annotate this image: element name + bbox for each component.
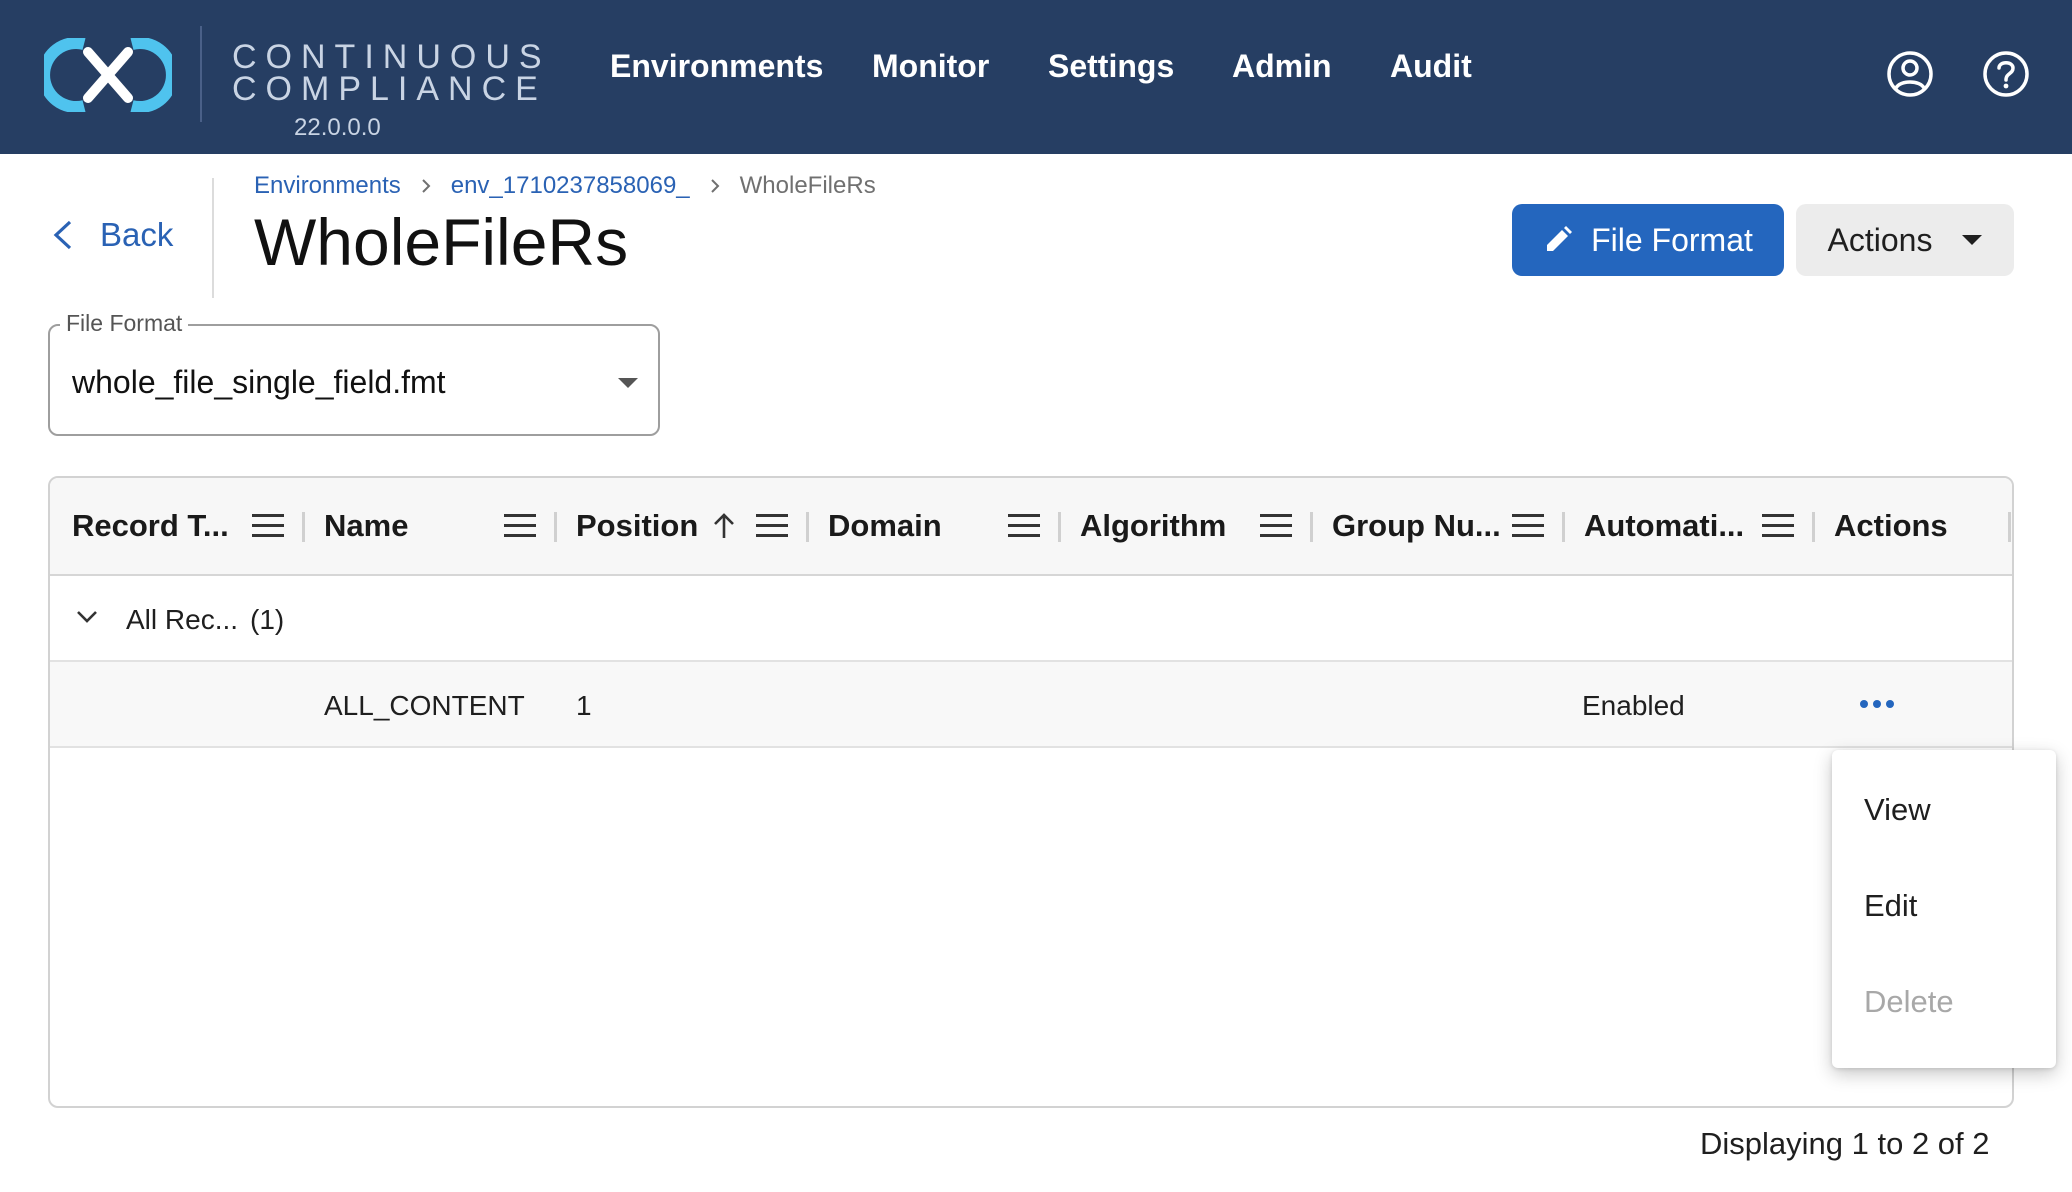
cell-position: 1 <box>576 690 592 721</box>
header-divider <box>212 178 214 298</box>
column-header-group-number[interactable]: Group Nu... <box>1332 478 1501 574</box>
column-header-actions: Actions <box>1834 478 1948 574</box>
column-header-record-type[interactable]: Record T... <box>72 478 229 574</box>
column-menu-icon[interactable] <box>1260 514 1292 538</box>
column-menu-icon[interactable] <box>756 514 788 538</box>
group-row[interactable]: All Rec... (1) <box>50 576 2012 662</box>
file-format-button-label: File Format <box>1591 221 1753 258</box>
breadcrumb-current: WholeFileRs <box>739 172 876 199</box>
actions-dropdown-button[interactable]: Actions <box>1796 204 2014 276</box>
file-format-select[interactable]: File Format whole_file_single_field.fmt <box>48 310 660 436</box>
column-header-label: Domain <box>828 508 942 543</box>
chevron-left-icon <box>53 220 72 250</box>
column-header-name[interactable]: Name <box>324 478 408 574</box>
column-header-label: Automati... <box>1584 508 1745 543</box>
column-header-position[interactable]: Position <box>576 478 698 574</box>
group-count: (1) <box>250 604 285 635</box>
column-resize-handle[interactable] <box>1058 512 1061 542</box>
column-header-domain[interactable]: Domain <box>828 478 942 574</box>
breadcrumb-environment[interactable]: env_1710237858069_ <box>451 172 690 200</box>
top-navigation-bar: CONTINUOUS COMPLIANCE 22.0.0.0 Environme… <box>0 0 2072 154</box>
column-resize-handle[interactable] <box>806 512 809 542</box>
pencil-icon <box>1547 226 1573 251</box>
delphix-logo[interactable] <box>44 38 172 112</box>
column-menu-icon[interactable] <box>1512 514 1544 538</box>
pagination-summary: Displaying 1 to 2 of 2 <box>1700 1126 1990 1161</box>
menu-item-view[interactable]: View <box>1864 792 1931 828</box>
grid-header: Record T... Name Position Domain Algorit… <box>50 478 2012 576</box>
breadcrumb: Environments env_1710237858069_ WholeFil… <box>254 172 876 200</box>
table-row[interactable]: ALL_CONTENT 1 Enabled <box>50 662 2012 748</box>
back-button[interactable]: Back <box>50 216 173 254</box>
file-format-select-label: File Format <box>60 310 189 337</box>
group-label: All Rec... <box>126 604 239 635</box>
chevron-down-icon[interactable] <box>74 604 100 630</box>
nav-monitor[interactable]: Monitor <box>872 48 989 85</box>
nav-admin[interactable]: Admin <box>1232 48 1332 85</box>
page-title: WholeFileRs <box>254 205 629 279</box>
column-resize-handle[interactable] <box>2008 512 2011 542</box>
user-circle-icon[interactable] <box>1886 50 1934 98</box>
logo-divider <box>200 26 202 122</box>
column-header-label: Actions <box>1834 508 1948 543</box>
help-circle-icon[interactable] <box>1982 50 2030 98</box>
column-resize-handle[interactable] <box>1562 512 1565 542</box>
column-menu-icon[interactable] <box>1762 514 1794 538</box>
menu-item-edit[interactable]: Edit <box>1864 888 1917 924</box>
file-format-select-value: whole_file_single_field.fmt <box>72 364 446 400</box>
column-menu-icon[interactable] <box>252 514 284 538</box>
breadcrumb-environments[interactable]: Environments <box>254 172 401 200</box>
column-header-label: Record T... <box>72 508 229 543</box>
cell-name: ALL_CONTENT <box>324 690 525 721</box>
file-format-button[interactable]: File Format <box>1512 204 1784 276</box>
nav-settings[interactable]: Settings <box>1048 48 1174 85</box>
app-version: 22.0.0.0 <box>294 114 381 141</box>
column-header-label: Algorithm <box>1080 508 1227 543</box>
column-menu-icon[interactable] <box>504 514 536 538</box>
caret-down-icon <box>1962 235 1983 245</box>
row-actions-menu: View Edit Delete <box>1832 750 2056 1068</box>
column-header-automation[interactable]: Automati... <box>1584 478 1744 574</box>
column-header-label: Position <box>576 508 699 543</box>
nav-environments[interactable]: Environments <box>610 48 823 85</box>
column-resize-handle[interactable] <box>1812 512 1815 542</box>
menu-item-delete: Delete <box>1864 984 1954 1019</box>
cell-automation: Enabled <box>1582 690 1685 721</box>
brand-name-line2: COMPLIANCE <box>232 70 547 108</box>
back-label: Back <box>100 216 174 253</box>
column-header-label: Name <box>324 508 409 543</box>
caret-down-icon <box>618 378 638 388</box>
column-header-label: Group Nu... <box>1332 508 1501 543</box>
column-resize-handle[interactable] <box>1310 512 1313 542</box>
column-header-algorithm[interactable]: Algorithm <box>1080 478 1226 574</box>
actions-button-label: Actions <box>1827 221 1933 258</box>
column-menu-icon[interactable] <box>1008 514 1040 538</box>
chevron-right-icon <box>710 179 720 193</box>
column-resize-handle[interactable] <box>302 512 305 542</box>
fields-grid: Record T... Name Position Domain Algorit… <box>48 476 2014 1108</box>
sort-ascending-icon[interactable] <box>712 512 736 540</box>
nav-audit[interactable]: Audit <box>1390 48 1472 85</box>
chevron-right-icon <box>422 179 431 193</box>
column-resize-handle[interactable] <box>554 512 557 542</box>
more-actions-icon[interactable] <box>1860 694 1900 714</box>
